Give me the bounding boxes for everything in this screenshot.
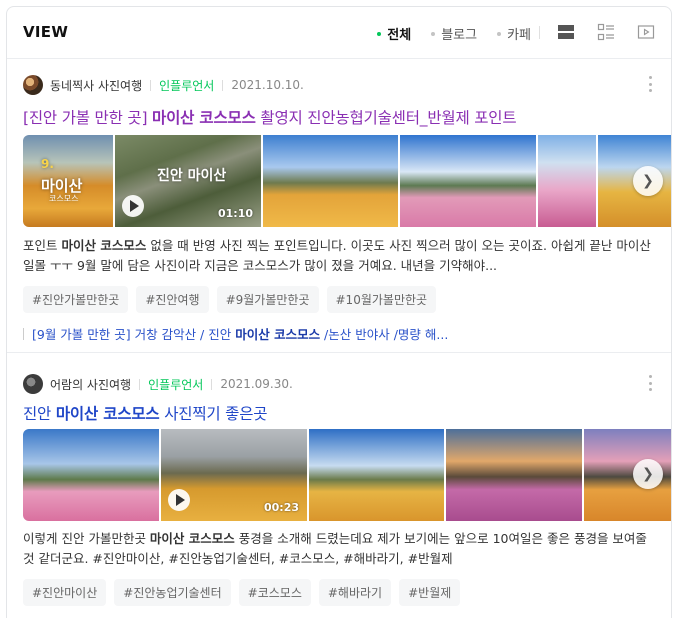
hashtag[interactable]: #해바라기 [318, 579, 392, 606]
post-title[interactable]: [진안 가볼 만한 곳] 마이산 코스모스 촬영지 진안농협기술센터_반월제 포… [23, 106, 517, 128]
tag-list: #진안가볼만한곳 #진안여행 #9월가볼만한곳 #10월가볼만한곳 [23, 286, 437, 313]
thumbnail[interactable]: 9. 마이산 코스모스 [23, 135, 113, 227]
video-view-icon[interactable] [637, 23, 655, 41]
hashtag[interactable]: #진안농업기술센터 [114, 579, 231, 606]
meta-divider [139, 378, 141, 390]
filter-cafe[interactable]: 카페 [497, 24, 531, 43]
avatar[interactable] [23, 75, 43, 95]
related-post-link[interactable]: [9월 가볼 만한 곳] 거창 감악산 / 진안 마이산 코스모스 /논산 반야… [32, 324, 448, 343]
post-description: 포인트 마이산 코스모스 없을 때 반영 사진 찍는 포인트입니다. 이곳도 사… [23, 238, 651, 273]
list-view-icon[interactable] [557, 23, 575, 41]
tag-list: #진안마이산 #진안농업기술센터 #코스모스 #해바라기 #반월제 [23, 579, 461, 606]
thumbnail-strip: 00:23 [23, 429, 671, 521]
filter-all[interactable]: 전체 [377, 24, 411, 43]
grid-view-icon[interactable] [597, 23, 615, 41]
post-meta: 어람의 사진여행 인플루언서 2021.09.30. [23, 374, 293, 394]
related-divider [23, 327, 24, 340]
filter-tabs: 전체 블로그 카페 [377, 24, 531, 43]
next-arrow-icon[interactable]: ❯ [633, 459, 663, 489]
post-item: 동네찍사 사진여행 인플루언서 2021.10.10. [진안 가볼 만한 곳]… [7, 60, 671, 352]
video-duration: 01:10 [217, 207, 253, 220]
section-header: VIEW 전체 블로그 카페 [7, 7, 671, 59]
post-meta: 동네찍사 사진여행 인플루언서 2021.10.10. [23, 75, 304, 95]
post-item: 어람의 사진여행 인플루언서 2021.09.30. 진안 마이산 코스모스 사… [7, 359, 671, 618]
meta-divider [222, 79, 224, 91]
play-icon[interactable] [122, 195, 144, 217]
post-title[interactable]: 진안 마이산 코스모스 사진찍기 좋은곳 [23, 402, 268, 424]
video-duration: 00:23 [263, 501, 299, 514]
hashtag[interactable]: #10월가볼만한곳 [326, 286, 437, 313]
thumbnail[interactable] [23, 429, 159, 521]
author-name[interactable]: 어람의 사진여행 [50, 376, 131, 393]
filter-blog[interactable]: 블로그 [431, 24, 477, 43]
avatar[interactable] [23, 374, 43, 394]
video-thumbnail[interactable]: 00:23 [161, 429, 307, 521]
thumbnail[interactable] [446, 429, 582, 521]
more-options-icon[interactable] [649, 76, 653, 92]
next-arrow-icon[interactable]: ❯ [633, 166, 663, 196]
meta-divider [150, 79, 152, 91]
thumbnail-strip: 9. 마이산 코스모스 진안 마이산 01:10 [23, 135, 671, 227]
thumbnail-caption: 코스모스 [49, 194, 79, 203]
video-thumbnail[interactable]: 진안 마이산 01:10 [115, 135, 261, 227]
related-post: [9월 가볼 만한 곳] 거창 감악산 / 진안 마이산 코스모스 /논산 반야… [23, 324, 448, 343]
hashtag[interactable]: #진안마이산 [23, 579, 107, 606]
post-date: 2021.10.10. [231, 78, 304, 92]
header-divider [539, 26, 540, 39]
influencer-badge[interactable]: 인플루언서 [159, 77, 214, 94]
hashtag[interactable]: #반월제 [399, 579, 461, 606]
hashtag[interactable]: #코스모스 [238, 579, 311, 606]
meta-divider [211, 378, 213, 390]
thumbnail[interactable] [400, 135, 536, 227]
section-title: VIEW [23, 23, 69, 41]
author-name[interactable]: 동네찍사 사진여행 [50, 77, 142, 94]
post-divider [7, 352, 671, 359]
hashtag[interactable]: #진안가볼만한곳 [23, 286, 129, 313]
post-description: 이렇게 진안 가볼만한곳 마이산 코스모스 풍경을 소개해 드렸는데요 제가 보… [23, 531, 647, 566]
influencer-badge[interactable]: 인플루언서 [148, 376, 203, 393]
post-date: 2021.09.30. [220, 377, 293, 391]
thumbnail-caption: 9. [41, 157, 54, 171]
thumbnail[interactable] [538, 135, 596, 227]
thumbnail-caption: 진안 마이산 [157, 168, 227, 184]
hashtag[interactable]: #9월가볼만한곳 [216, 286, 319, 313]
thumbnail[interactable] [309, 429, 444, 521]
more-options-icon[interactable] [649, 375, 653, 391]
view-section: VIEW 전체 블로그 카페 동네찍사 사진여행 인플루언서 2021.10.1… [6, 6, 672, 618]
play-icon[interactable] [168, 489, 190, 511]
hashtag[interactable]: #진안여행 [136, 286, 209, 313]
thumbnail[interactable] [263, 135, 398, 227]
